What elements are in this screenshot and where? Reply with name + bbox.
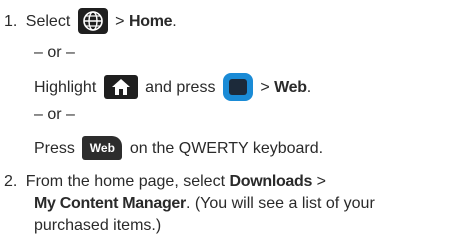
or-text: – or – — [34, 44, 75, 61]
or-separator-1: – or – — [34, 43, 75, 63]
and-press-text: and press — [145, 79, 216, 97]
step-1-line: 1. Select > Home. — [4, 8, 177, 34]
highlight-line: Highlight and press > Web. — [34, 73, 312, 101]
or-text-2: – or – — [34, 106, 75, 123]
qwerty-text: on the QWERTY keyboard. — [129, 140, 324, 158]
or-separator-2: – or – — [34, 105, 75, 125]
step-2-line-2-rest: . (You will see a list of your — [185, 195, 375, 212]
step-2-text: From the home page, select — [25, 173, 226, 190]
period-2: . — [306, 79, 312, 97]
menu-key-icon — [222, 73, 253, 101]
step-1-select-text: Select — [25, 13, 71, 31]
step-2-number: 2. — [4, 173, 18, 190]
home-icon — [103, 75, 138, 99]
downloads-label: Downloads — [229, 173, 313, 190]
globe-icon — [77, 8, 108, 34]
step-2-line-2: My Content Manager. (You will see a list… — [34, 194, 375, 214]
gt-separator-2: > — [260, 79, 270, 97]
gt-separator: > — [115, 13, 125, 31]
step-1-number: 1. — [4, 13, 18, 31]
step-2-line-1: 2. From the home page, select Downloads … — [4, 172, 326, 192]
my-content-manager-label: My Content Manager — [34, 195, 186, 212]
period: . — [172, 13, 177, 31]
press-web-line: Press Web on the QWERTY keyboard. — [34, 136, 324, 160]
step-2-line-3-text: purchased items.) — [34, 217, 162, 234]
web-key-icon: Web — [82, 136, 123, 160]
gt-separator-3: > — [316, 173, 326, 190]
step-2-line-3: purchased items.) — [34, 216, 161, 236]
home-menu-label: Home — [128, 13, 173, 31]
press-text: Press — [34, 140, 75, 158]
instruction-page: { "step1": { "number": "1.", "text_selec… — [0, 0, 450, 240]
web-menu-label: Web — [274, 79, 307, 97]
highlight-text: Highlight — [34, 79, 97, 97]
